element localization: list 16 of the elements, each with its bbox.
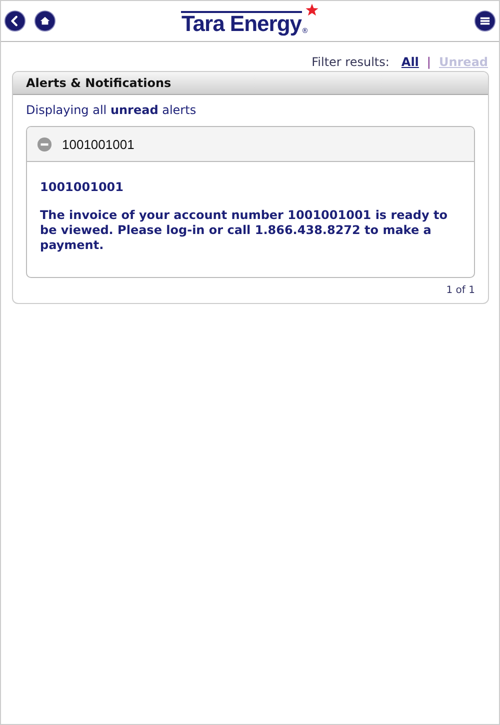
alert-header[interactable]: 1001001001	[27, 127, 474, 162]
menu-button[interactable]	[474, 10, 496, 32]
logo: Tara Energy	[181, 11, 302, 35]
separator: |	[426, 55, 431, 69]
star-icon	[304, 3, 319, 17]
panel-header: Alerts & Notifications	[13, 72, 488, 95]
filter-label: Filter results:	[312, 55, 390, 69]
filter-link[interactable]: All	[401, 55, 419, 69]
pagination-text: 1 of 1	[445, 285, 475, 296]
alert-message: The invoice of your account number 1001001001 is ready to be viewed. Please log-in or call 1.866.438.8272 to make a payment.	[40, 208, 448, 253]
home-button[interactable]	[34, 10, 56, 32]
description-text: Displaying all unread alerts	[26, 103, 198, 117]
back-button[interactable]	[4, 10, 26, 32]
collapse-icon	[37, 136, 52, 152]
alert-title: 1001001001	[62, 136, 134, 152]
alert-heading: 1001001001	[40, 180, 124, 194]
